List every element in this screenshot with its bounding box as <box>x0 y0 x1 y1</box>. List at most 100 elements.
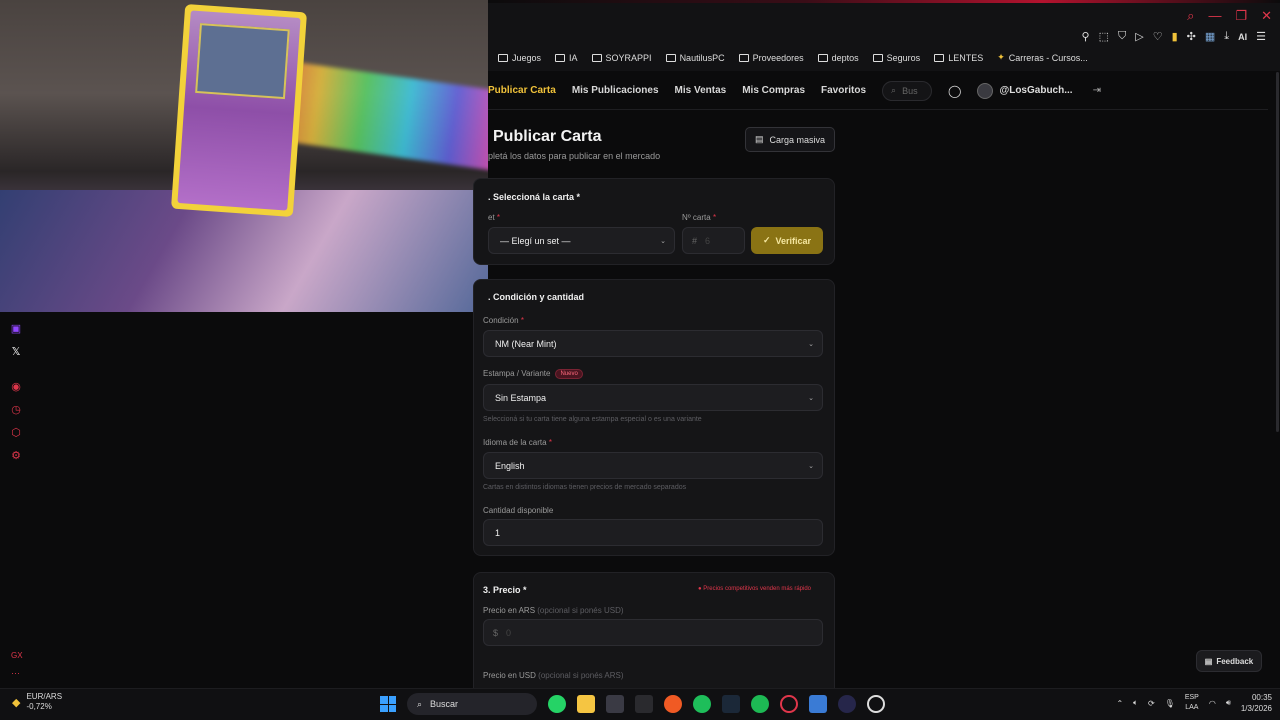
file-explorer-icon[interactable] <box>577 695 595 713</box>
chatgpt-icon[interactable] <box>867 695 885 713</box>
folder-icon <box>934 53 945 62</box>
condition-label: Condición * <box>483 316 524 325</box>
obs-icon[interactable] <box>838 695 856 713</box>
ticker-widget[interactable]: ◆ EUR/ARS -0,72% <box>12 692 62 712</box>
clock[interactable]: 00:35 1/3/2026 <box>1241 692 1272 714</box>
profile-thumb-icon[interactable]: ▦ <box>1205 30 1215 43</box>
nav-mis-compras[interactable]: Mis Compras <box>742 85 805 96</box>
wifi-icon[interactable]: ◠ <box>1209 699 1216 708</box>
flag-icon: ◆ <box>12 696 21 709</box>
folder-icon <box>665 53 676 62</box>
set-select[interactable]: — Elegí un set — ⌄ <box>488 227 675 254</box>
opera-gx-icon[interactable] <box>780 695 798 713</box>
nav-mis-publicaciones[interactable]: Mis Publicaciones <box>572 85 659 96</box>
wallet-icon[interactable]: ▮ <box>1172 30 1178 43</box>
search-icon[interactable]: ⌕ <box>1187 8 1194 24</box>
new-badge: Nuevo <box>555 369 583 379</box>
photos-icon[interactable] <box>809 695 827 713</box>
sync-icon[interactable]: ⟳ <box>1148 699 1155 708</box>
bookmark-ia[interactable]: IA <box>555 53 578 63</box>
play-icon[interactable]: ▷ <box>1135 30 1143 43</box>
bookmark-soyrappi[interactable]: SOYRAPPI <box>591 53 652 63</box>
scrollbar[interactable] <box>1276 72 1279 432</box>
minimize-icon[interactable]: — <box>1208 8 1221 24</box>
heart-icon[interactable]: ♡ <box>1153 30 1163 43</box>
nav-publicar-carta[interactable]: Publicar Carta <box>488 85 556 96</box>
check-icon: ✓ <box>762 235 771 245</box>
window-controls: ⌕ — ❐ ✕ <box>1187 8 1272 24</box>
search-icon: ⌕ <box>417 698 423 709</box>
more-icon[interactable]: ··· <box>11 668 20 678</box>
search-icon: ⌕ <box>891 85 897 95</box>
bookmark-proveedores[interactable]: Proveedores <box>738 53 804 63</box>
puzzle-icon[interactable]: ✣ <box>1187 30 1196 43</box>
chevron-up-icon[interactable]: ⌃ <box>1116 699 1123 708</box>
menu-icon[interactable]: ☰ <box>1256 30 1266 43</box>
bookmark-juegos[interactable]: Juegos <box>498 53 541 63</box>
snapshot-icon[interactable]: ⬚ <box>1099 30 1109 43</box>
quantity-input[interactable]: 1 <box>483 519 823 546</box>
download-icon[interactable]: ⤓ <box>1224 30 1229 43</box>
bookmark-carreras[interactable]: ✦ Carreras - Cursos... <box>997 52 1088 63</box>
chevron-down-icon: ⌄ <box>808 394 814 402</box>
bookmark-seguros[interactable]: Seguros <box>872 53 920 63</box>
volume-icon[interactable]: 🔊︎ <box>1226 698 1231 708</box>
verify-button[interactable]: ✓ Verificar <box>751 227 823 254</box>
settings-icon[interactable]: ⚙ <box>8 449 24 462</box>
ai-button[interactable]: AI <box>1238 32 1247 42</box>
x-icon[interactable]: 𝕏 <box>8 345 24 358</box>
chat-icon[interactable]: ◯ <box>948 84 961 98</box>
chevron-down-icon: ⌄ <box>660 237 666 245</box>
side-panel-icons: ▣ 𝕏 ◉ ◷ ⬡ ⚙ <box>8 322 24 462</box>
player-icon[interactable]: ◉ <box>8 380 24 393</box>
feedback-button[interactable]: ▤ Feedback <box>1196 650 1262 672</box>
nav-mis-ventas[interactable]: Mis Ventas <box>675 85 727 96</box>
section3-title: 3. Precio * <box>483 585 527 595</box>
ars-price-label: Precio en ARS (opcional si ponés USD) <box>483 606 624 615</box>
webcam-overlay <box>0 0 488 312</box>
spotify-icon[interactable] <box>751 695 769 713</box>
twitch-icon[interactable]: ▣ <box>8 322 24 335</box>
extensions-icon[interactable]: ⬡ <box>8 426 24 439</box>
bookmark-deptos[interactable]: deptos <box>817 53 859 63</box>
language-label: Idioma de la carta * <box>483 438 552 447</box>
quantity-label: Cantidad disponible <box>483 506 554 515</box>
nav-favoritos[interactable]: Favoritos <box>821 85 866 96</box>
folder-icon <box>555 53 566 62</box>
close-icon[interactable]: ✕ <box>1261 8 1272 24</box>
terminal-icon[interactable] <box>635 695 653 713</box>
folder-icon <box>591 53 602 62</box>
taskbar-apps: ⌕ Buscar <box>380 693 885 715</box>
nav-search[interactable]: ⌕ Bus <box>882 80 933 101</box>
bookmark-nautiluspc[interactable]: NautilusPC <box>665 53 725 63</box>
whatsapp-icon[interactable] <box>548 695 566 713</box>
taskbar-search[interactable]: ⌕ Buscar <box>407 693 537 715</box>
user-menu[interactable]: @LosGabuch... <box>977 82 1073 99</box>
bulk-upload-button[interactable]: ▤ Carga masiva <box>745 127 835 152</box>
microphone-icon[interactable]: 🎙︎ <box>1165 699 1175 708</box>
store-icon[interactable] <box>606 695 624 713</box>
stamp-select[interactable]: Sin Estampa ⌄ <box>483 384 823 411</box>
card-number-input[interactable]: #6 <box>682 227 745 254</box>
browser-toolbar-icons: ⚲ ⬚ ⛉ ▷ ♡ ▮ ✣ ▦ ⤓ AI ☰ <box>1082 30 1267 43</box>
history-icon[interactable]: ◷ <box>8 403 24 416</box>
folder-icon <box>817 53 828 62</box>
condition-select[interactable]: NM (Near Mint) ⌄ <box>483 330 823 357</box>
brave-icon[interactable] <box>664 695 682 713</box>
chevron-down-icon: ⌄ <box>808 462 814 470</box>
steam-icon[interactable] <box>722 695 740 713</box>
bookmark-lentes[interactable]: LENTES <box>934 53 983 63</box>
language-select[interactable]: English ⌄ <box>483 452 823 479</box>
shield-icon[interactable]: ⛉ <box>1118 30 1126 43</box>
pin-icon[interactable]: ⚲ <box>1082 30 1090 43</box>
speaker-icon[interactable]: 🔈︎ <box>1133 698 1138 708</box>
competitive-note: ● Precios competitivos venden más rápido <box>698 586 812 592</box>
logout-icon[interactable]: ⇥ <box>1093 85 1101 96</box>
gx-icon[interactable]: GX <box>11 651 23 660</box>
language-indicator[interactable]: ESP LAA <box>1185 693 1199 713</box>
folder-icon <box>872 53 883 62</box>
start-button[interactable] <box>380 696 396 712</box>
whatsapp-business-icon[interactable] <box>693 695 711 713</box>
ars-price-input[interactable]: $0 <box>483 619 823 646</box>
restore-icon[interactable]: ❐ <box>1235 8 1247 24</box>
